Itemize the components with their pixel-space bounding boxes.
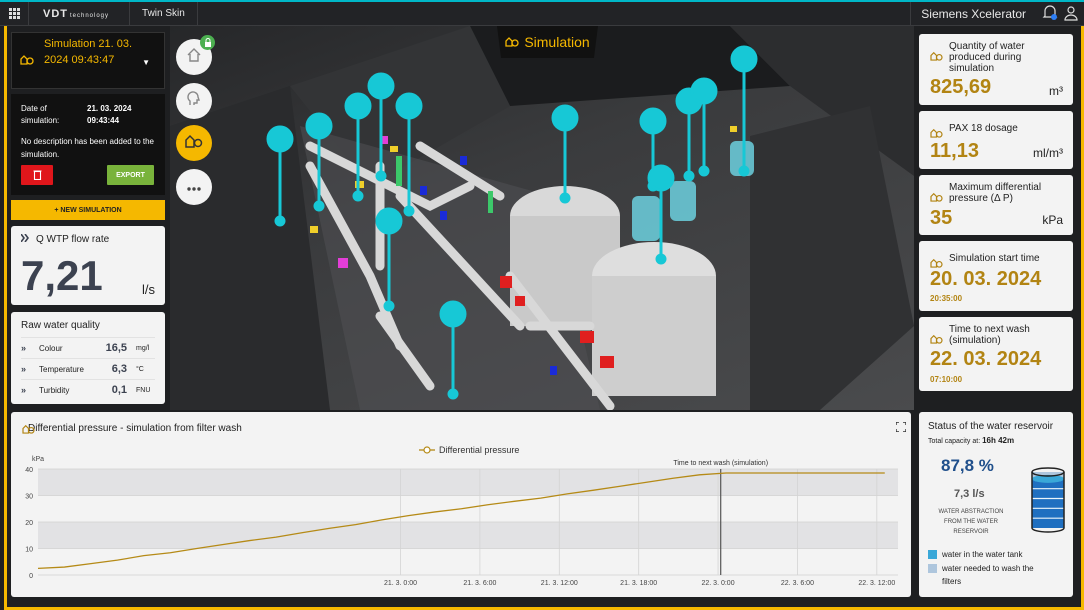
reservoir-percent: 87,8 % xyxy=(941,456,994,475)
grid-band xyxy=(38,522,898,549)
kpi-water-produced: Quantity of water produced during simula… xyxy=(919,34,1073,105)
chevron-double-icon: » xyxy=(21,385,27,395)
raw-water-title: Raw water quality xyxy=(21,320,100,331)
new-simulation-button[interactable]: + NEW SIMULATION xyxy=(11,200,165,220)
caret-down-icon[interactable]: ▼ xyxy=(142,55,150,71)
kpi-next-wash: Time to next wash (simulation) 22. 03. 2… xyxy=(919,317,1073,391)
differential-pressure-chart: 0 10 20 30 40 kPa 21. 3. 0:00 21. 3. 6:00 21. 3.… xyxy=(25,445,898,587)
simulation-tab: Simulation xyxy=(497,26,598,58)
differential-pressure-chart-panel: Differential pressure - simulation from … xyxy=(11,412,911,597)
simulation-icon xyxy=(930,331,943,349)
raw-water-quality-card: Raw water quality » Colour 16,5 mg/l » Tempe… xyxy=(11,312,165,404)
simulation-description: No description has been added to the sim… xyxy=(21,137,154,159)
x-tick-label: 21. 3. 12:00 xyxy=(541,580,578,587)
chevron-double-icon: » xyxy=(21,343,27,353)
y-tick-label: 40 xyxy=(25,467,33,474)
lock-icon xyxy=(200,35,215,50)
kpi-max-pressure: Maximum differential pressure (Δ P) 35 k… xyxy=(919,175,1073,235)
simulation-icon xyxy=(930,189,943,207)
more-icon xyxy=(187,178,201,196)
y-axis-label: kPa xyxy=(32,456,44,463)
chevron-double-icon xyxy=(20,233,30,245)
delete-button[interactable] xyxy=(21,165,53,185)
top-bar: VDT technology Twin Skin Siemens Xcelerat… xyxy=(0,0,1084,26)
x-tick-label: 21. 3. 6:00 xyxy=(463,580,496,587)
y-tick-label: 30 xyxy=(25,494,33,501)
simulation-nav-button[interactable] xyxy=(176,125,212,161)
user-icon[interactable] xyxy=(1064,4,1078,25)
trash-icon xyxy=(33,169,42,182)
simulation-icon xyxy=(20,53,34,70)
x-tick-label: 22. 3. 12:00 xyxy=(858,580,895,587)
x-tick-label: 22. 3. 0:00 xyxy=(702,580,735,587)
vdt-logo[interactable]: VDT technology xyxy=(28,1,131,26)
legend-item: water in the water tank xyxy=(928,548,1022,561)
head-icon xyxy=(186,90,202,112)
kpi-start-time: Simulation start time 20. 03. 2024 20:35… xyxy=(919,241,1073,311)
sensor-button[interactable] xyxy=(176,83,212,119)
legend-item: water needed to wash the filters xyxy=(928,562,1054,588)
chevron-double-icon: » xyxy=(21,364,27,374)
flow-rate-value: 7,21 xyxy=(21,252,103,299)
plant-3d-view[interactable] xyxy=(170,26,914,410)
y-tick-label: 20 xyxy=(25,520,33,527)
date-value: 21. 03. 2024 xyxy=(87,104,132,113)
tank-water-fill xyxy=(1032,478,1064,528)
abstraction-label: WATER ABSTRACTION FROM THE WATER RESERVO… xyxy=(938,509,1004,535)
simulation-icon xyxy=(930,48,943,66)
list-item: » Turbidity 0,1 FNU xyxy=(21,379,155,400)
flow-rate-card: Q WTP flow rate 7,21 l/s xyxy=(11,226,165,305)
bell-icon[interactable] xyxy=(1042,4,1058,25)
app-name[interactable]: Twin Skin xyxy=(130,1,198,26)
simulation-selector-value: Simulation 21. 03. 2024 09:43:47 xyxy=(44,38,133,66)
y-tick-label: 10 xyxy=(25,547,33,554)
water-reservoir-card: Status of the water reservoir Total capa… xyxy=(919,412,1073,597)
flow-rate-title: Q WTP flow rate xyxy=(36,234,110,245)
brand-label: Siemens Xcelerator xyxy=(910,2,1026,26)
x-tick-label: 21. 3. 0:00 xyxy=(384,580,417,587)
x-tick-label: 22. 3. 6:00 xyxy=(781,580,814,587)
simulation-icon xyxy=(505,34,519,50)
simulation-selector[interactable]: Simulation 21. 03. 2024 09:43:47 ▼ xyxy=(11,32,165,89)
flow-rate-unit: l/s xyxy=(142,282,155,297)
simulation-tab-label: Simulation xyxy=(524,34,590,50)
list-item: » Temperature 6,3 °C xyxy=(21,358,155,379)
abstraction-rate: 7,3 l/s xyxy=(954,488,985,500)
reservoir-title: Status of the water reservoir xyxy=(928,421,1054,432)
water-tank-gauge xyxy=(1031,467,1065,533)
capacity-label: Total capacity at: xyxy=(928,438,981,445)
more-button[interactable] xyxy=(176,169,212,205)
x-tick-label: 21. 3. 18:00 xyxy=(620,580,657,587)
time-value: 09:43:44 xyxy=(87,116,120,125)
home-icon xyxy=(186,47,202,67)
date-label: Date of simulation: xyxy=(21,104,60,125)
kpi-pax-dosage: PAX 18 dosage 11,13 ml/m³ xyxy=(919,111,1073,169)
export-button[interactable]: EXPORT xyxy=(107,165,154,185)
simulation-info-panel: Date of simulation: 21. 03. 2024 09:43:44 … xyxy=(11,94,165,195)
list-item: » Colour 16,5 mg/l xyxy=(21,337,155,358)
simulation-icon xyxy=(185,133,203,153)
capacity-value: 16h 42m xyxy=(982,436,1015,445)
legend-marker xyxy=(423,446,431,454)
legend-label[interactable]: Differential pressure xyxy=(439,445,519,455)
next-wash-annotation: Time to next wash (simulation) xyxy=(673,460,768,467)
y-tick-label: 0 xyxy=(29,573,33,580)
app-grid-icon[interactable] xyxy=(0,2,28,26)
